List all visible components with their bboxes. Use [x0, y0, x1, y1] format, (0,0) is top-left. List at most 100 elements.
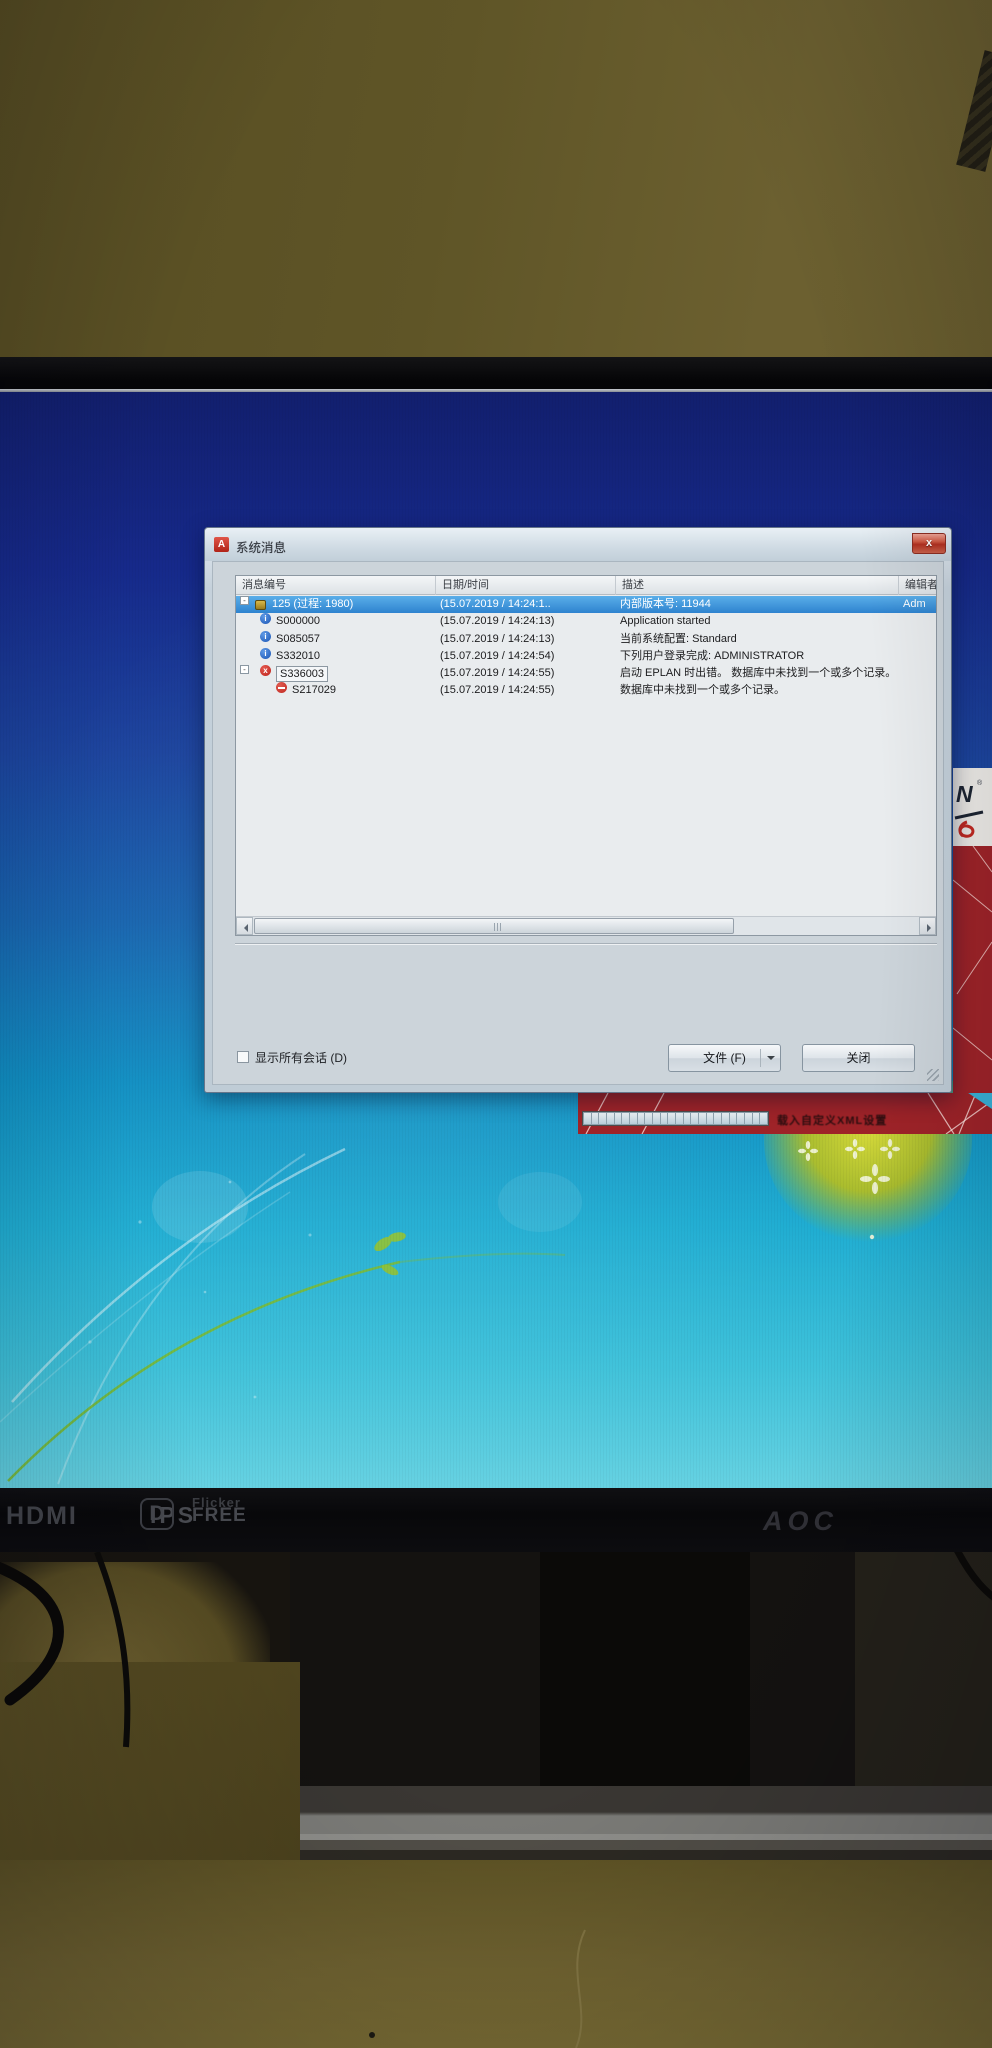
- editor-cell: Adm: [903, 596, 926, 613]
- eplan-splash-bottom-strip: 载入自定义XML设置: [578, 1093, 992, 1134]
- progress-segment: [645, 1113, 652, 1124]
- datetime-cell: (15.07.2019 / 14:24:1..: [440, 596, 551, 613]
- progress-segment: [607, 1113, 614, 1124]
- message-id-cell: 125 (过程: 1980): [272, 596, 353, 613]
- info-icon: i: [260, 648, 271, 659]
- free-label: FREE: [192, 1509, 247, 1522]
- hdmi-badge: HDMI: [6, 1502, 78, 1531]
- message-list[interactable]: 消息编号日期/时间描述编辑者 - 125 (过程: 1980) (15.07.2…: [235, 575, 937, 936]
- eplan-splash-red-panel: [953, 846, 992, 1094]
- message-row[interactable]: i S000000 (15.07.2019 / 14:24:13) Applic…: [236, 613, 936, 630]
- registered-mark: ®: [977, 780, 982, 787]
- splash-loading-text: 载入自定义XML设置: [777, 1112, 887, 1128]
- wall-background: [0, 0, 992, 357]
- description-cell: 内部版本号: 11944: [620, 596, 711, 613]
- column-header[interactable]: 编辑者: [899, 576, 937, 595]
- progress-segment: [722, 1113, 729, 1124]
- show-all-sessions-label: 显示所有会话 (D): [255, 1049, 347, 1066]
- button-divider: [760, 1049, 761, 1067]
- splash-wireframe-lines: [953, 846, 992, 1094]
- progress-segment: [638, 1113, 645, 1124]
- aoc-logo: AOC: [763, 1506, 838, 1537]
- monitor-top-bezel: [0, 357, 992, 392]
- show-all-sessions-checkbox[interactable]: [237, 1051, 249, 1063]
- flicker-free-badge: Flicker FREE: [192, 1496, 247, 1522]
- progress-segment: [653, 1113, 660, 1124]
- monitor-bottom-bezel: HDMI IPS D Flicker FREE AOC: [0, 1488, 992, 1552]
- progress-segment: [760, 1113, 767, 1124]
- column-header[interactable]: 描述: [616, 576, 899, 595]
- dialog-titlebar[interactable]: A 系统消息 x: [205, 528, 951, 561]
- dialog-title: 系统消息: [236, 537, 286, 556]
- column-header[interactable]: 日期/时间: [436, 576, 616, 595]
- error-icon: x: [260, 665, 271, 676]
- session-icon: [255, 600, 266, 610]
- progress-segment: [730, 1113, 737, 1124]
- message-row[interactable]: S217029 (15.07.2019 / 14:24:55) 数据库中未找到一…: [236, 682, 936, 699]
- eplan-red-glyph: [953, 810, 992, 844]
- file-button-label: 文件 (F): [703, 1051, 746, 1065]
- message-id-cell: S336003: [276, 666, 328, 682]
- tree-collapse-toggle[interactable]: -: [240, 665, 249, 674]
- progress-segment: [699, 1113, 706, 1124]
- datetime-cell: (15.07.2019 / 14:24:54): [440, 648, 554, 665]
- message-row[interactable]: i S085057 (15.07.2019 / 14:24:13) 当前系统配置…: [236, 631, 936, 648]
- progress-segment: [753, 1113, 760, 1124]
- description-cell: 启动 EPLAN 时出错。 数据库中未找到一个或多个记录。: [620, 665, 896, 682]
- photo-of-monitor: N ® 载入自定义XML设置: [0, 0, 992, 2048]
- cables: [0, 1552, 992, 2048]
- blocked-icon: [276, 682, 287, 693]
- progress-segment: [599, 1113, 606, 1124]
- scrollbar-thumb[interactable]: [254, 918, 734, 934]
- info-icon: i: [260, 613, 271, 624]
- progress-segment: [684, 1113, 691, 1124]
- message-id-cell: S085057: [276, 631, 320, 648]
- close-icon[interactable]: x: [912, 533, 946, 554]
- tree-collapse-toggle[interactable]: -: [240, 596, 249, 605]
- scroll-right-icon[interactable]: [919, 917, 936, 935]
- eplan-app-icon: A: [214, 537, 229, 552]
- progress-segment: [737, 1113, 744, 1124]
- info-icon: i: [260, 631, 271, 642]
- progress-segment: [707, 1113, 714, 1124]
- progress-segment: [714, 1113, 721, 1124]
- message-id-cell: S000000: [276, 613, 320, 630]
- message-id-cell: S332010: [276, 648, 320, 665]
- description-cell: 下列用户登录完成: ADMINISTRATOR: [620, 648, 804, 665]
- description-cell: Application started: [620, 613, 711, 630]
- eplan-logo-letter: N: [956, 781, 973, 808]
- scroll-left-icon[interactable]: [236, 917, 253, 935]
- dialog-client-area: 消息编号日期/时间描述编辑者 - 125 (过程: 1980) (15.07.2…: [212, 561, 944, 1085]
- datetime-cell: (15.07.2019 / 14:24:13): [440, 613, 554, 630]
- system-messages-dialog: A 系统消息 x 消息编号日期/时间描述编辑者 - 125 (过程: 1980)…: [204, 527, 952, 1093]
- resize-grip[interactable]: [927, 1069, 939, 1081]
- list-header: 消息编号日期/时间描述编辑者: [236, 576, 936, 595]
- progress-segment: [661, 1113, 668, 1124]
- progress-bar: [582, 1111, 769, 1126]
- close-button[interactable]: 关闭: [802, 1044, 915, 1072]
- message-row[interactable]: i S332010 (15.07.2019 / 14:24:54) 下列用户登录…: [236, 648, 936, 665]
- progress-segment: [615, 1113, 622, 1124]
- description-cell: 当前系统配置: Standard: [620, 631, 737, 648]
- progress-segment: [622, 1113, 629, 1124]
- column-header[interactable]: 消息编号: [236, 576, 436, 595]
- displayport-icon: D: [140, 1498, 174, 1530]
- progress-segment: [584, 1113, 591, 1124]
- datetime-cell: (15.07.2019 / 14:24:55): [440, 665, 554, 682]
- separator-line: [235, 943, 937, 945]
- progress-segment: [676, 1113, 683, 1124]
- chevron-down-icon[interactable]: [767, 1056, 775, 1064]
- file-button[interactable]: 文件 (F): [668, 1044, 781, 1072]
- horizontal-scrollbar[interactable]: [236, 916, 936, 935]
- progress-segment: [630, 1113, 637, 1124]
- message-row[interactable]: - 125 (过程: 1980) (15.07.2019 / 14:24:1..…: [236, 596, 936, 613]
- datetime-cell: (15.07.2019 / 14:24:55): [440, 682, 554, 699]
- description-cell: 数据库中未找到一个或多个记录。: [620, 682, 785, 699]
- progress-segment: [745, 1113, 752, 1124]
- area-below-monitor: [0, 1552, 992, 2048]
- progress-segment: [691, 1113, 698, 1124]
- message-list-body: - 125 (过程: 1980) (15.07.2019 / 14:24:1..…: [236, 596, 936, 700]
- message-row[interactable]: - x S336003 (15.07.2019 / 14:24:55) 启动 E…: [236, 665, 936, 682]
- progress-segment: [668, 1113, 675, 1124]
- message-id-cell: S217029: [292, 682, 336, 699]
